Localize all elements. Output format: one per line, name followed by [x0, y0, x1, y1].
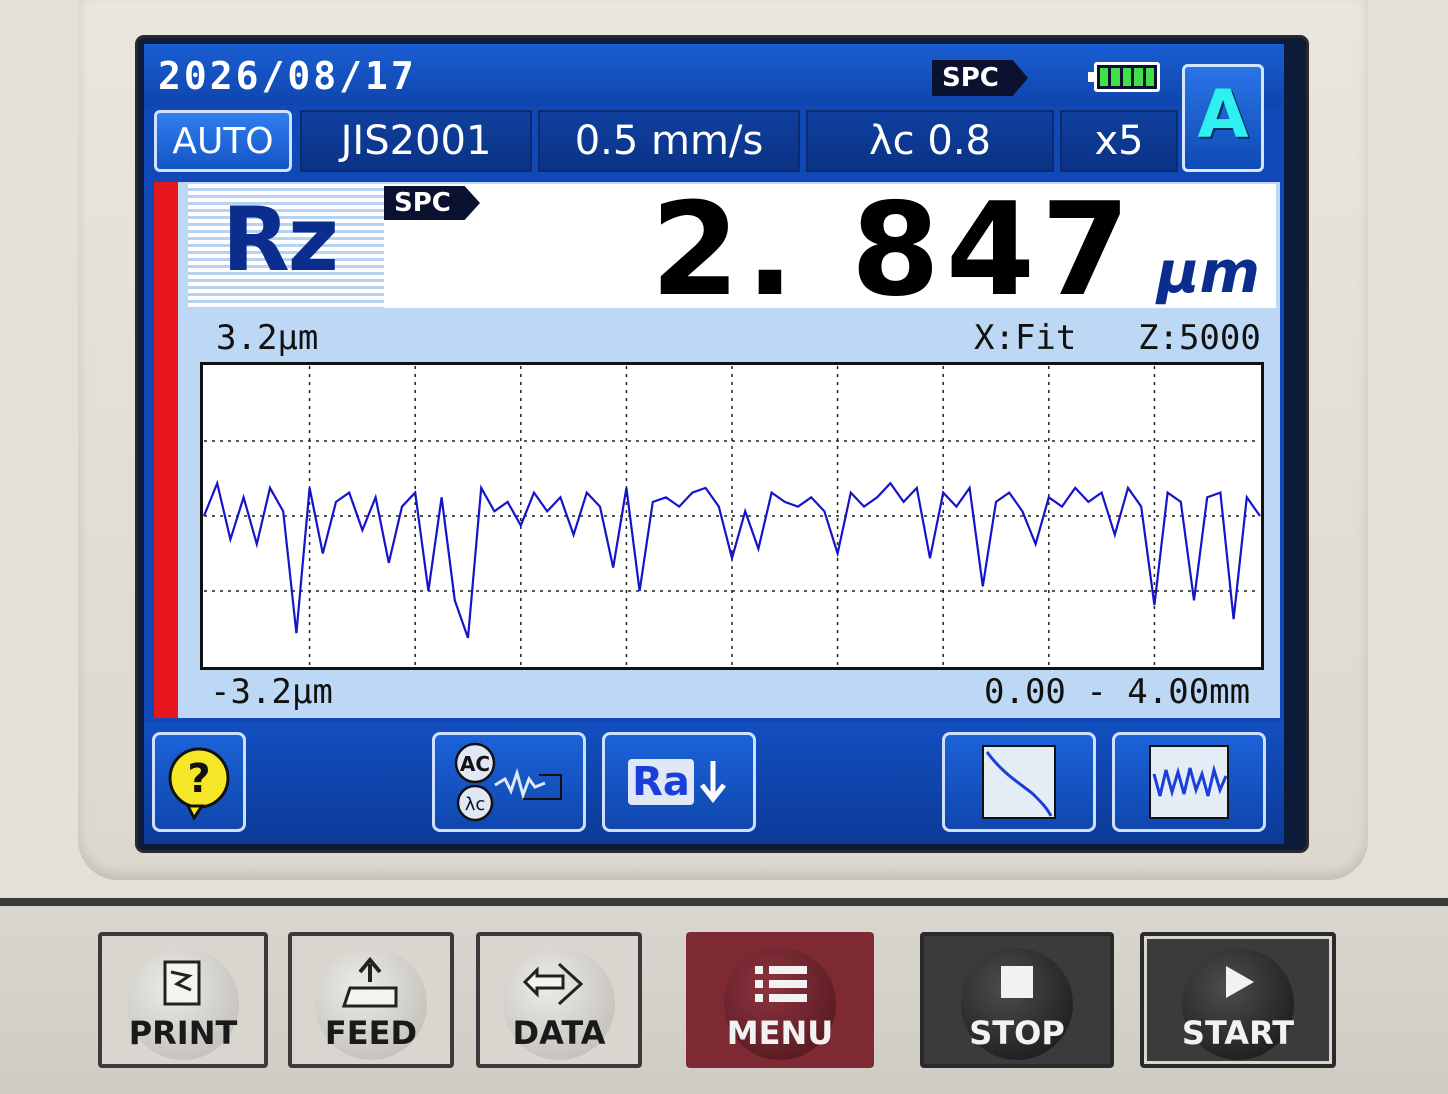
start-button[interactable]: START	[1140, 932, 1336, 1068]
sampling-setting[interactable]: x5	[1060, 110, 1178, 172]
auto-button[interactable]: AUTO	[154, 110, 292, 172]
bearing-curve-icon	[982, 745, 1056, 819]
data-label: DATA	[512, 1014, 606, 1052]
question-icon: ?	[168, 747, 230, 820]
svg-text:?: ?	[187, 756, 210, 802]
start-label: START	[1181, 1014, 1295, 1052]
result-unit: µm	[1156, 238, 1260, 306]
y-max-label: 3.2µm	[216, 318, 319, 358]
judgement-bar	[154, 182, 178, 718]
lcd-screen: 2026/08/17 SPC A AUTO JIS2001 0.5 mm/s λ…	[144, 44, 1284, 844]
profile-chart	[200, 362, 1264, 670]
mode-a-button[interactable]: A	[1182, 64, 1264, 172]
menu-button[interactable]: MENU	[686, 932, 874, 1068]
softkey-bar: ? AC λc Ra	[144, 722, 1284, 844]
parameter-name: Rz	[222, 188, 339, 291]
cutoff-setting[interactable]: λc 0.8	[806, 110, 1054, 172]
x-range-label: 0.00 - 4.00mm	[984, 672, 1251, 712]
svg-text:AC: AC	[460, 752, 490, 776]
measurement-area: Rz SPC 2. 847 µm 3.2µm X:Fit Z:5000 -3.2…	[154, 176, 1280, 718]
help-button[interactable]: ?	[152, 732, 246, 832]
print-label: PRINT	[128, 1014, 238, 1052]
battery-cell	[1134, 68, 1143, 86]
spc-badge: SPC	[932, 60, 1028, 96]
battery-cell	[1145, 68, 1155, 86]
battery-icon	[1088, 62, 1160, 92]
profile-view-button[interactable]	[1112, 732, 1266, 832]
speed-setting[interactable]: 0.5 mm/s	[538, 110, 800, 172]
battery-cell	[1100, 68, 1109, 86]
result-value: 2. 847	[650, 176, 1136, 325]
menu-label: MENU	[726, 1014, 834, 1052]
ac-lambda-filter-icon: AC λc	[454, 742, 562, 822]
date-display: 2026/08/17	[158, 54, 417, 98]
standard-setting[interactable]: JIS2001	[300, 110, 532, 172]
filter-button[interactable]: AC λc	[432, 732, 586, 832]
battery-cell	[1122, 68, 1132, 86]
z-scale-label: Z:5000	[1138, 318, 1261, 358]
stop-label: STOP	[969, 1014, 1065, 1052]
data-button[interactable]: DATA	[476, 932, 642, 1068]
status-bar: 2026/08/17 SPC	[144, 44, 1284, 106]
spc-result-badge: SPC	[384, 186, 480, 220]
profile-wave-icon	[1149, 745, 1229, 819]
y-min-label: -3.2µm	[210, 672, 333, 712]
arrow-down-icon	[699, 761, 726, 804]
stop-button[interactable]: STOP	[920, 932, 1114, 1068]
svg-text:λc: λc	[465, 794, 486, 815]
feed-label: FEED	[324, 1014, 418, 1052]
print-button[interactable]: PRINT	[98, 932, 268, 1068]
battery-cell	[1111, 68, 1120, 86]
bearing-curve-button[interactable]	[942, 732, 1096, 832]
result-panel: Rz SPC 2. 847 µm	[188, 176, 1276, 325]
parameter-select-button[interactable]: Ra	[602, 732, 756, 832]
x-scale-label: X:Fit	[974, 318, 1077, 358]
parameter-box[interactable]: Rz	[188, 184, 384, 308]
feed-button[interactable]: FEED	[288, 932, 454, 1068]
ra-label: Ra	[628, 759, 694, 805]
